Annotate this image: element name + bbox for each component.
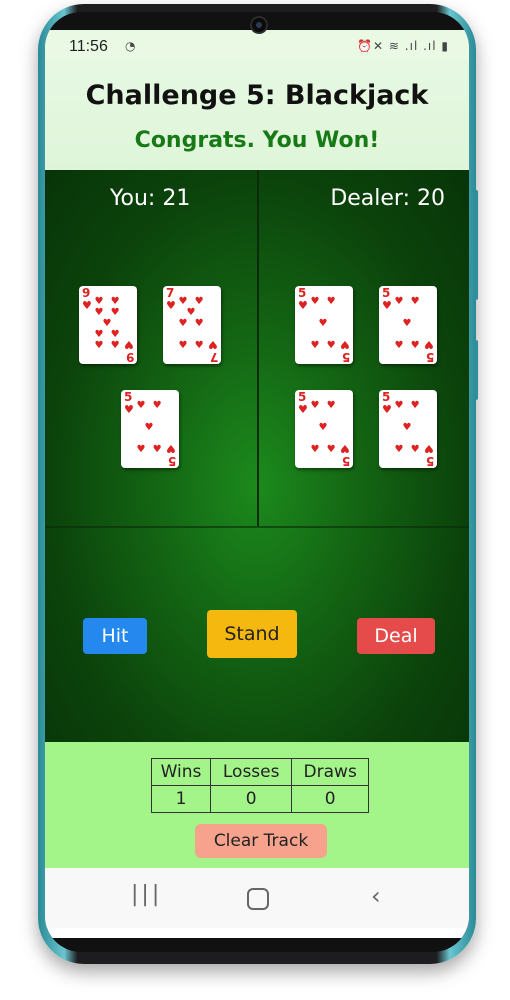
dealer-card: 5 ♥ ♥ ♥ ♥ ♥ ♥ ♥ 5 bbox=[295, 390, 353, 468]
home-icon[interactable] bbox=[247, 888, 269, 910]
draws-value: 0 bbox=[291, 785, 369, 813]
losses-value: 0 bbox=[210, 785, 293, 813]
dealer-card: 5 ♥ ♥ ♥ ♥ ♥ ♥ ♥ 5 bbox=[379, 390, 437, 468]
losses-header: Losses bbox=[210, 758, 293, 786]
volume-button bbox=[474, 190, 478, 300]
power-button bbox=[474, 340, 478, 400]
wins-value: 1 bbox=[150, 785, 212, 813]
card-rank: 5 bbox=[341, 350, 350, 364]
table-divider-horizontal bbox=[45, 526, 469, 528]
back-icon[interactable]: ‹ bbox=[371, 882, 381, 910]
card-rank: 9 bbox=[82, 286, 91, 300]
player-card: 5 ♥ ♥ ♥ ♥ ♥ ♥ ♥ 5 bbox=[121, 390, 179, 468]
draws-header: Draws bbox=[291, 758, 369, 786]
card-rank: 5 bbox=[425, 350, 434, 364]
recent-apps-icon[interactable]: ||| bbox=[131, 882, 162, 907]
card-rank: 7 bbox=[166, 286, 175, 300]
card-rank: 5 bbox=[298, 286, 307, 300]
dealer-card: 5 ♥ ♥ ♥ ♥ ♥ ♥ ♥ 5 bbox=[379, 286, 437, 364]
card-pips: ♥ ♥ ♥ ♥ ♥ bbox=[310, 400, 338, 455]
card-pips: ♥ ♥ ♥ ♥ ♥ bbox=[136, 400, 164, 455]
table-divider-vertical bbox=[257, 170, 259, 526]
card-rank: 7 bbox=[209, 350, 218, 364]
player-card: 7 ♥ ♥ ♥ ♥ ♥ ♥ ♥ ♥ ♥ 7 bbox=[163, 286, 221, 364]
page-title: Challenge 5: Blackjack bbox=[85, 80, 429, 111]
wins-header: Wins bbox=[150, 758, 212, 786]
header: Challenge 5: Blackjack Congrats. You Won… bbox=[45, 60, 469, 170]
app-screen: 11:56 ◔ ⏰✕ ≋ .ıl .ıl ▮ Challenge 5: Blac… bbox=[45, 30, 469, 938]
card-rank: 5 bbox=[124, 390, 133, 404]
card-pips: ♥ ♥ ♥ ♥ ♥ ♥ ♥ bbox=[178, 296, 206, 351]
card-pips: ♥ ♥ ♥ ♥ ♥ bbox=[310, 296, 338, 351]
stand-button[interactable]: Stand bbox=[207, 610, 297, 658]
card-pips: ♥ ♥ ♥ ♥ ♥ ♥ ♥ ♥ ♥ bbox=[94, 296, 122, 351]
card-rank: 5 bbox=[382, 286, 391, 300]
deal-button[interactable]: Deal bbox=[357, 618, 435, 654]
card-rank: 5 bbox=[341, 454, 350, 468]
android-nav-bar: ||| ‹ bbox=[45, 868, 469, 928]
hit-button[interactable]: Hit bbox=[83, 618, 147, 654]
player-score: You: 21 bbox=[110, 186, 191, 211]
status-bar: 11:56 ◔ ⏰✕ ≋ .ıl .ıl ▮ bbox=[45, 30, 469, 60]
stats-value-row: 1 0 0 bbox=[150, 785, 369, 813]
front-camera bbox=[250, 16, 268, 34]
card-rank: 5 bbox=[382, 390, 391, 404]
result-message: Congrats. You Won! bbox=[134, 128, 380, 153]
status-time: 11:56 bbox=[69, 38, 108, 55]
sync-icon: ◔ bbox=[125, 39, 136, 53]
score-tracker: Wins Losses Draws 1 0 0 Clear Track bbox=[45, 742, 469, 868]
game-table: You: 21 Dealer: 20 9 ♥ ♥ ♥ ♥ ♥ ♥ ♥ ♥ ♥ ♥ ♥ 9… bbox=[45, 170, 469, 742]
status-icons: ⏰✕ ≋ .ıl .ıl ▮ bbox=[357, 39, 449, 53]
card-rank: 9 bbox=[125, 350, 134, 364]
clear-track-button[interactable]: Clear Track bbox=[195, 824, 327, 858]
card-pips: ♥ ♥ ♥ ♥ ♥ bbox=[394, 400, 422, 455]
card-rank: 5 bbox=[298, 390, 307, 404]
dealer-card: 5 ♥ ♥ ♥ ♥ ♥ ♥ ♥ 5 bbox=[295, 286, 353, 364]
player-card: 9 ♥ ♥ ♥ ♥ ♥ ♥ ♥ ♥ ♥ ♥ ♥ 9 bbox=[79, 286, 137, 364]
phone-display: 11:56 ◔ ⏰✕ ≋ .ıl .ıl ▮ Challenge 5: Blac… bbox=[45, 12, 469, 952]
stats-header-row: Wins Losses Draws bbox=[150, 758, 369, 786]
card-rank: 5 bbox=[425, 454, 434, 468]
card-rank: 5 bbox=[167, 454, 176, 468]
stats-table: Wins Losses Draws 1 0 0 bbox=[150, 758, 369, 813]
card-pips: ♥ ♥ ♥ ♥ ♥ bbox=[394, 296, 422, 351]
dealer-score: Dealer: 20 bbox=[330, 186, 445, 211]
